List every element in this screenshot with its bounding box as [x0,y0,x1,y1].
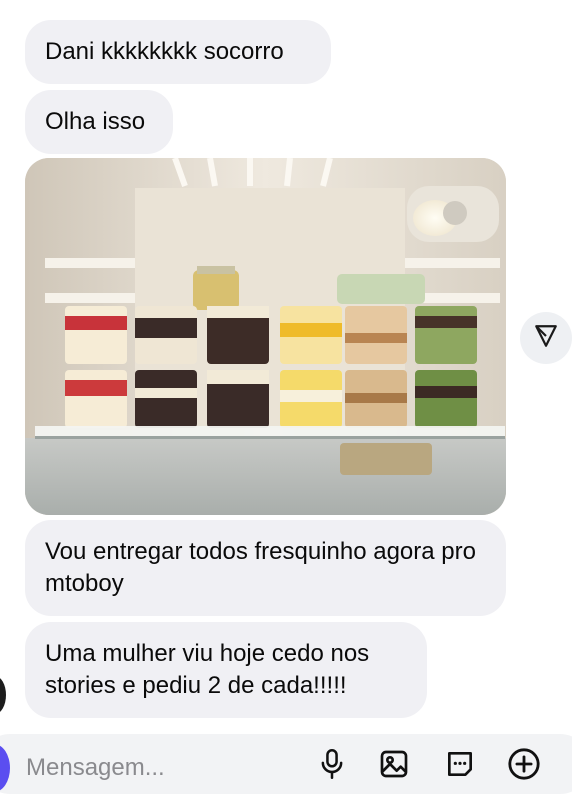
message-composer [0,730,572,794]
share-icon [533,323,559,354]
sticker-button[interactable] [440,746,480,786]
share-button[interactable] [520,312,572,364]
gallery-button[interactable] [374,746,414,786]
message-text: Olha isso [45,108,146,135]
message-text: Vou entregar todos fresquinho agora pro … [45,538,476,597]
fridge-photo-image [25,158,506,515]
microphone-button[interactable] [312,746,352,786]
message-bubble[interactable]: Dani kkkkkkkk socorro [25,20,331,84]
message-text: Uma mulher viu hoje cedo nos stories e p… [45,640,370,699]
shared-photo[interactable] [25,158,506,515]
sticker-icon [444,748,476,785]
microphone-icon [318,748,346,785]
avatar[interactable] [0,676,6,714]
image-icon [378,748,410,785]
message-bubble[interactable]: Uma mulher viu hoje cedo nos stories e p… [25,622,427,718]
message-bubble[interactable]: Vou entregar todos fresquinho agora pro … [25,520,506,616]
message-input[interactable] [26,748,286,788]
add-button[interactable] [504,746,544,786]
message-bubble[interactable]: Olha isso [25,90,173,154]
message-text: Dani kkkkkkkk socorro [45,38,284,65]
